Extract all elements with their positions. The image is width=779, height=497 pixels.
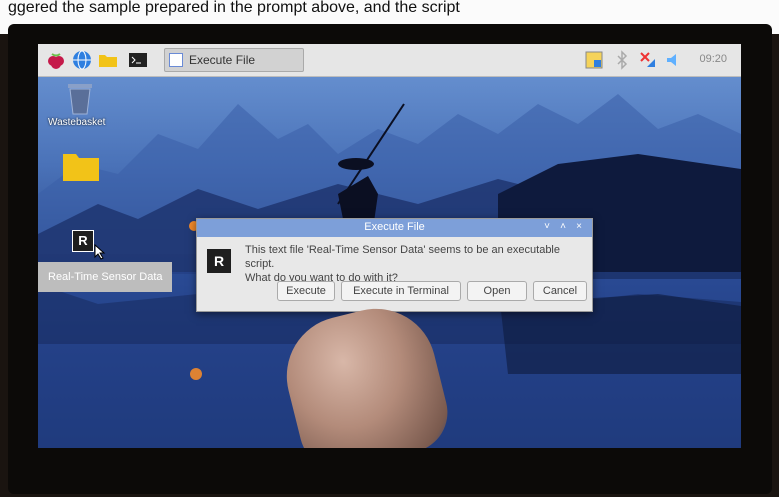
- script-icon: R: [207, 249, 231, 273]
- desktop-screen: Execute File 09:20 Wastebasket R Real-Ti…: [38, 44, 741, 448]
- dialog-message-line1: This text file 'Real-Time Sensor Data' s…: [245, 244, 560, 270]
- web-browser-icon[interactable]: [72, 50, 92, 70]
- file-manager-icon[interactable]: [98, 50, 118, 70]
- taskbar-window-label: Execute File: [189, 53, 256, 67]
- mouse-cursor-icon: [94, 244, 106, 260]
- raspberry-icon[interactable]: [46, 50, 66, 70]
- dialog-message: This text file 'Real-Time Sensor Data' s…: [245, 243, 585, 285]
- window-icon: [169, 53, 183, 67]
- terminal-icon[interactable]: [128, 50, 148, 70]
- network-disconnected-icon[interactable]: [638, 50, 658, 70]
- close-icon[interactable]: ×: [573, 221, 585, 232]
- maximize-icon[interactable]: ˄: [557, 221, 569, 232]
- execute-in-terminal-button[interactable]: Execute in Terminal: [341, 281, 461, 301]
- bluetooth-icon[interactable]: [612, 50, 632, 70]
- volume-icon[interactable]: [664, 50, 684, 70]
- clock: 09:20: [699, 53, 727, 65]
- execute-button[interactable]: Execute: [277, 281, 335, 301]
- dialog-titlebar: Execute File ˅ ˄ ×: [197, 219, 592, 237]
- folder-icon[interactable]: [62, 150, 100, 182]
- wastebasket-icon[interactable]: [64, 82, 96, 116]
- minimize-icon[interactable]: ˅: [541, 221, 553, 232]
- dialog-title: Execute File: [364, 221, 425, 233]
- open-button[interactable]: Open: [467, 281, 527, 301]
- update-icon[interactable]: [584, 50, 604, 70]
- taskbar-window-execute-file[interactable]: Execute File: [164, 48, 304, 72]
- file-tooltip: Real-Time Sensor Data: [38, 262, 172, 292]
- script-file-icon[interactable]: R: [72, 230, 94, 252]
- taskbar: Execute File 09:20: [38, 44, 741, 77]
- execute-file-dialog: Execute File ˅ ˄ × R This text file 'Rea…: [196, 218, 593, 312]
- wastebasket-label: Wastebasket: [48, 117, 106, 128]
- cancel-button[interactable]: Cancel: [533, 281, 587, 301]
